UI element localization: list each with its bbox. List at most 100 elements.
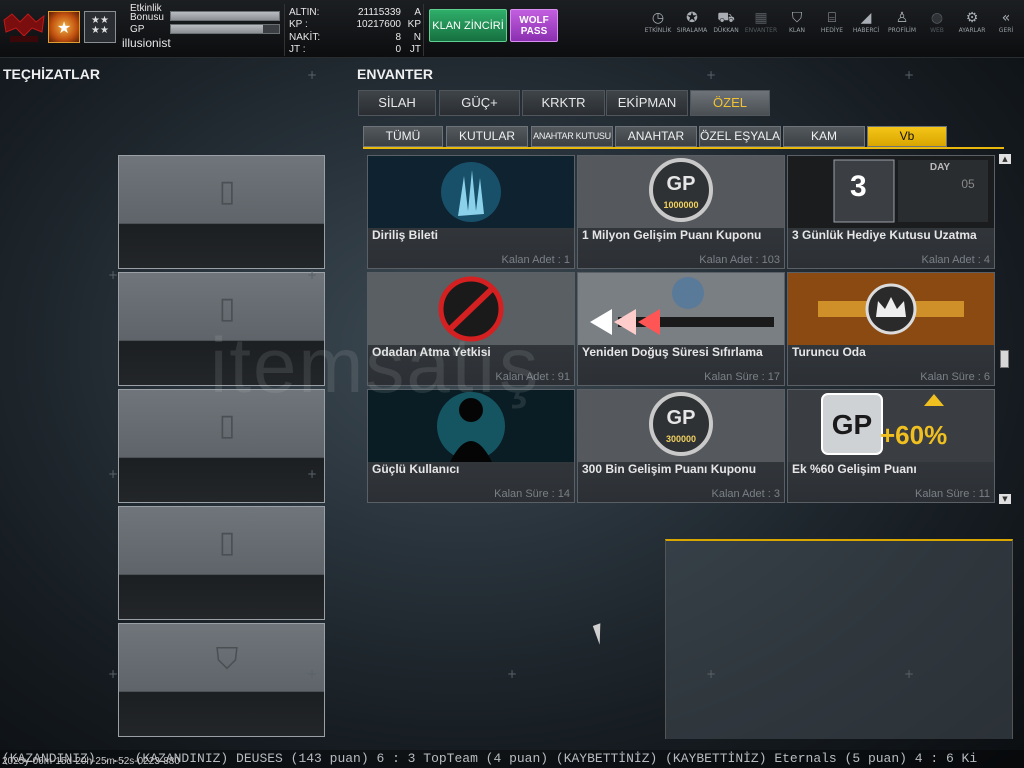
- mouse-cursor-icon: [592, 623, 608, 645]
- subtab-7[interactable]: Vb: [867, 126, 947, 147]
- nav-profile[interactable]: ♙ PROFİLİM: [884, 10, 920, 40]
- gp-bar: [170, 24, 280, 34]
- tab-4[interactable]: EKİPMAN: [606, 90, 688, 116]
- subtab-underline: [363, 147, 1004, 149]
- svg-text:GP: GP: [832, 409, 872, 440]
- inventory-icon: ▦: [754, 10, 768, 26]
- gear-icon: ⚙: [965, 10, 979, 26]
- nav-gear[interactable]: ⚙ AYARLAR: [954, 10, 990, 40]
- subtab-3[interactable]: ANAHTAR KUTUSU: [531, 126, 613, 147]
- svg-text:GP: GP: [667, 173, 696, 195]
- scroll-thumb[interactable]: [1000, 350, 1009, 368]
- klan-chain-button[interactable]: KLAN ZİNCİRİ: [429, 9, 507, 42]
- item-remaining: Kalan Süre : 11: [914, 488, 990, 500]
- nav-inventory[interactable]: ▦ ENVANTER: [743, 10, 779, 40]
- item-card[interactable]: DAY 05 3 3 Günlük Hediye Kutusu Uzatma Kalan…: [787, 155, 995, 269]
- decor-plus: +: [108, 268, 119, 282]
- tab-5[interactable]: ÖZEL: [690, 90, 770, 116]
- item-card[interactable]: Diriliş Bileti Kalan Adet : 1: [367, 155, 575, 269]
- rank-badge[interactable]: ★: [48, 11, 80, 43]
- tab-2[interactable]: GÜÇ+: [439, 90, 520, 116]
- equipment-slot[interactable]: ▯: [118, 506, 325, 620]
- subtab-2[interactable]: KUTULAR: [446, 126, 528, 147]
- calendar-icon: DAY 05 3: [788, 156, 994, 228]
- item-art-text: +60%: [880, 420, 948, 450]
- event-bonus-bar: [170, 11, 280, 21]
- decor-plus: +: [307, 268, 318, 282]
- item-remaining: Kalan Adet : 103: [699, 254, 780, 266]
- decor-plus: +: [307, 68, 318, 82]
- crown-icon: [788, 273, 994, 345]
- gp-coin-icon-graphic: GP: [578, 156, 784, 228]
- nav-label: ETKİNLİK: [644, 27, 672, 34]
- tab-1[interactable]: SİLAH: [358, 90, 436, 116]
- tab-3[interactable]: KRKTR: [522, 90, 605, 116]
- spray-can-icon: ▯: [218, 174, 236, 209]
- decor-plus: +: [307, 467, 318, 481]
- scroll-up-icon[interactable]: ▲: [999, 154, 1011, 164]
- subtab-1[interactable]: TÜMÜ: [363, 126, 443, 147]
- inventory-title: ENVANTER: [357, 66, 433, 82]
- currency-row-kp: KP :10217600 KP: [289, 19, 421, 30]
- currency-row-jt: JT :0 JT: [289, 44, 421, 55]
- item-remaining: Kalan Süre : 14: [494, 488, 570, 500]
- clan-shield-icon: ⛉: [791, 10, 803, 26]
- currency-panel: ALTIN: 21115339 A KP :10217600 KP NAKİT: 8 N …: [284, 4, 424, 56]
- decor-plus: +: [904, 667, 915, 681]
- item-name: Turuncu Oda: [792, 345, 866, 359]
- nav-label: KLAN: [788, 27, 805, 34]
- item-card[interactable]: GP +60% Ek %60 Gelişim Puanı Kalan Süre : 1…: [787, 389, 995, 503]
- game-logo: [2, 10, 46, 46]
- hand-splash-icon-graphic: [368, 156, 574, 228]
- nav-label: GERİ: [998, 27, 1014, 34]
- stars-badge[interactable]: ★★ ★★: [84, 11, 116, 43]
- timestamp: 2025y-06m-15d-20h-25m-52s-0223-880: [2, 756, 180, 767]
- back-icon: «: [1001, 10, 1011, 26]
- hand-splash-icon: [368, 156, 574, 228]
- nav-cart[interactable]: ⛟ DÜKKAN: [708, 10, 744, 40]
- decor-plus: +: [108, 467, 119, 481]
- cart-icon: ⛟: [717, 10, 735, 26]
- decor-plus: +: [507, 667, 518, 681]
- item-art-text: 3: [850, 170, 867, 203]
- megaphone-icon: ◢: [860, 10, 872, 26]
- equipment-title: TEÇHİZATLAR: [3, 66, 100, 82]
- gp-label: GP: [130, 24, 145, 35]
- scroll-down-icon[interactable]: ▼: [999, 494, 1011, 504]
- decor-plus: +: [706, 68, 717, 82]
- nav-medal[interactable]: ✪ SIRALAMA: [674, 10, 710, 40]
- svg-text:05: 05: [961, 177, 975, 191]
- nav-stopwatch[interactable]: ◷ ETKİNLİK: [640, 10, 676, 40]
- nav-clan-shield[interactable]: ⛉ KLAN: [779, 10, 815, 40]
- decor-plus: +: [108, 667, 119, 681]
- equipment-slot[interactable]: ⛉: [118, 623, 325, 737]
- item-art-text: 1000000: [663, 200, 699, 210]
- nav-megaphone[interactable]: ◢ HABERCİ: [848, 10, 884, 40]
- item-card[interactable]: Turuncu Oda Kalan Süre : 6: [787, 272, 995, 386]
- nav-label: HABERCİ: [852, 27, 880, 34]
- nav-gift[interactable]: ⌸ HEDİYE: [814, 10, 850, 40]
- subtab-5[interactable]: ÖZEL EŞYALAR: [699, 126, 781, 147]
- currency-row-nakit: NAKİT: 8 N: [289, 32, 421, 43]
- item-grid-scrollbar[interactable]: ▲ ▼: [999, 154, 1011, 504]
- item-name: Ek %60 Gelişim Puanı: [792, 462, 917, 476]
- nav-label: SIRALAMA: [676, 27, 708, 34]
- equipment-slot[interactable]: ▯: [118, 155, 325, 269]
- event-bonus-label: Etkinlik Bonusu: [130, 3, 164, 23]
- calendar-icon-graphic: DAY 05: [788, 156, 994, 228]
- item-name: 3 Günlük Hediye Kutusu Uzatma: [792, 228, 977, 242]
- nav-globe[interactable]: ◍ WEB: [919, 10, 955, 40]
- nav-back[interactable]: «GERİ: [988, 10, 1024, 40]
- item-card[interactable]: GP 1000000 1 Milyon Gelişim Puanı Kuponu Ka…: [577, 155, 785, 269]
- nav-label: WEB: [930, 27, 944, 34]
- item-remaining: Kalan Adet : 3: [711, 488, 781, 500]
- wolf-pass-button[interactable]: WOLF PASS: [510, 9, 558, 42]
- subtab-4[interactable]: ANAHTAR: [615, 126, 697, 147]
- username: illusionist: [122, 36, 171, 50]
- globe-icon: ◍: [930, 10, 944, 26]
- subtab-6[interactable]: KAM: [783, 126, 865, 147]
- spray-can-icon: ▯: [218, 525, 236, 560]
- item-name: Diriliş Bileti: [372, 228, 439, 242]
- item-remaining: Kalan Adet : 1: [501, 254, 571, 266]
- item-remaining: Kalan Süre : 6: [920, 371, 990, 383]
